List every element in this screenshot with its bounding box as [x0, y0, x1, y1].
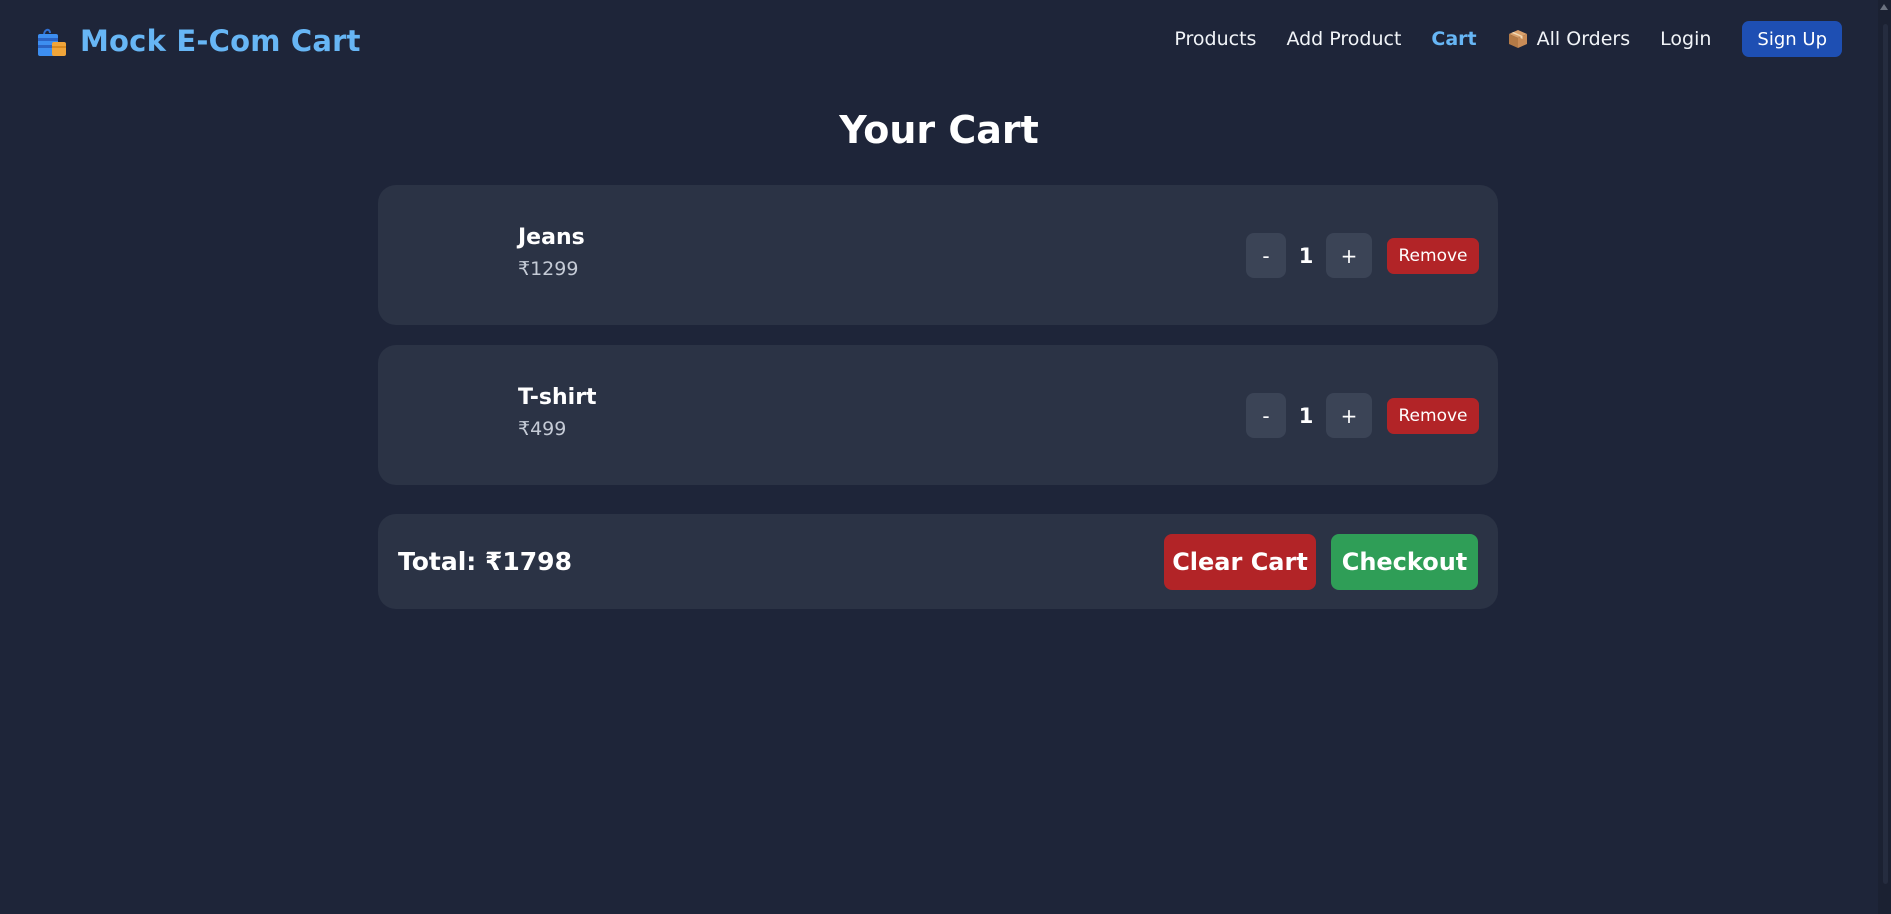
- nav-links: Products Add Product Cart All Orders Log…: [1144, 21, 1842, 57]
- increment-button[interactable]: +: [1326, 393, 1372, 438]
- nav-all-orders[interactable]: All Orders: [1507, 28, 1631, 50]
- item-name: T-shirt: [518, 385, 597, 410]
- cart-actions: Clear Cart Checkout: [1164, 534, 1478, 590]
- cart-item: T-shirt ₹499 - 1 + Remove: [378, 345, 1498, 485]
- brand-link[interactable]: Mock E-Com Cart: [34, 19, 361, 63]
- nav-all-orders-label: All Orders: [1536, 28, 1631, 50]
- package-icon: [1508, 30, 1527, 48]
- nav-add-product[interactable]: Add Product: [1286, 28, 1401, 50]
- item-info: T-shirt ₹499: [518, 385, 597, 440]
- nav-login[interactable]: Login: [1660, 28, 1711, 50]
- shopping-bag-icon: [38, 28, 66, 56]
- nav-cart[interactable]: Cart: [1431, 28, 1476, 50]
- cart-summary: Total: ₹1798 Clear Cart Checkout: [378, 514, 1498, 609]
- item-name: Jeans: [518, 225, 585, 250]
- page: Mock E-Com Cart Products Add Product Car…: [0, 0, 1891, 914]
- nav-products[interactable]: Products: [1174, 28, 1256, 50]
- cart-item: Jeans ₹1299 - 1 + Remove: [378, 185, 1498, 325]
- clear-cart-button[interactable]: Clear Cart: [1164, 534, 1316, 590]
- decrement-button[interactable]: -: [1246, 393, 1286, 438]
- quantity-value: 1: [1298, 243, 1314, 268]
- scrollbar-thumb[interactable]: [1883, 24, 1888, 884]
- decrement-button[interactable]: -: [1246, 233, 1286, 278]
- navbar: Mock E-Com Cart Products Add Product Car…: [0, 0, 1878, 80]
- signup-button[interactable]: Sign Up: [1742, 21, 1842, 57]
- quantity-controls: - 1 + Remove: [1246, 233, 1479, 278]
- remove-button[interactable]: Remove: [1387, 237, 1479, 274]
- scroll-up-icon[interactable]: [1880, 4, 1888, 10]
- increment-button[interactable]: +: [1326, 233, 1372, 278]
- remove-button[interactable]: Remove: [1387, 397, 1479, 434]
- page-title: Your Cart: [839, 108, 1039, 152]
- quantity-controls: - 1 + Remove: [1246, 393, 1479, 438]
- total-text: Total: ₹1798: [398, 547, 572, 576]
- item-price: ₹499: [518, 418, 567, 440]
- checkout-button[interactable]: Checkout: [1331, 534, 1478, 590]
- item-info: Jeans ₹1299: [518, 225, 585, 280]
- item-price: ₹1299: [518, 258, 579, 280]
- scrollbar[interactable]: [1878, 0, 1891, 914]
- brand-title: Mock E-Com Cart: [80, 24, 361, 58]
- quantity-value: 1: [1298, 403, 1314, 428]
